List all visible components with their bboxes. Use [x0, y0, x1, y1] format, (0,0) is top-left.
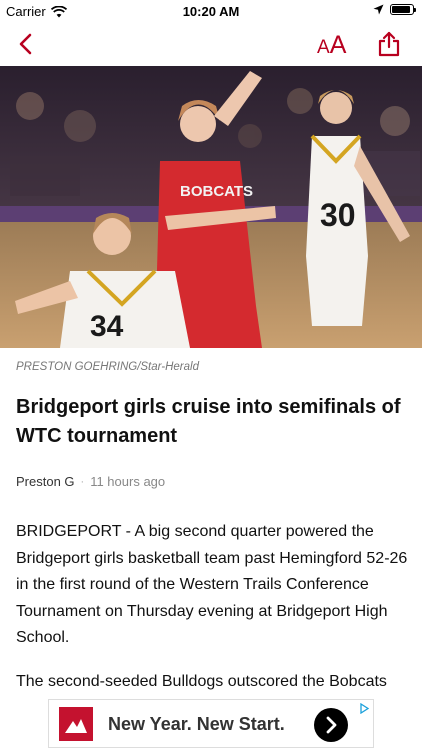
share-icon[interactable]: [376, 30, 402, 58]
advertiser-logo: [59, 707, 93, 741]
status-time: 10:20 AM: [182, 4, 240, 19]
svg-text:34: 34: [90, 310, 124, 343]
article-headline: Bridgeport girls cruise into semifinals …: [16, 396, 401, 447]
nav-bar: AA: [0, 22, 422, 66]
svg-text:BOBCATS: BOBCATS: [180, 183, 253, 200]
status-bar: Carrier 10:20 AM: [0, 0, 422, 22]
ad-choices-icon[interactable]: [359, 703, 370, 714]
article-paragraph: The second-seeded Bulldogs outscored the…: [16, 672, 387, 690]
basketball-photo-illustration: 30 BOBCATS 34: [0, 66, 422, 348]
status-right: [373, 4, 416, 15]
font-size-button[interactable]: AA: [317, 31, 346, 60]
ad-arrow-button[interactable]: [314, 708, 348, 742]
ad-headline: New Year. New Start.: [108, 714, 285, 734]
published-time: 11 hours ago: [90, 474, 166, 489]
ad-banner[interactable]: New Year. New Start.: [48, 699, 374, 748]
article-body: BRIDGEPORT - A big second quarter powere…: [16, 519, 414, 712]
author-name[interactable]: Preston G: [16, 474, 75, 489]
image-credit: PRESTON GOEHRING/Star-Herald: [16, 361, 199, 373]
advertiser-logo-mark: [65, 719, 87, 733]
byline: Preston G · 11 hours ago: [16, 474, 165, 489]
hero-photo[interactable]: 30 BOBCATS 34: [0, 66, 422, 348]
chevron-left-icon[interactable]: [12, 30, 40, 58]
location-arrow-icon: [373, 4, 384, 15]
battery-icon: [390, 4, 416, 15]
svg-text:30: 30: [320, 197, 356, 233]
battery-level: [392, 6, 410, 13]
chevron-right-icon: [326, 716, 337, 734]
font-size-large-label: A: [329, 31, 347, 59]
font-size-small-label: A: [317, 37, 330, 58]
article-paragraph: BRIDGEPORT - A big second quarter powere…: [16, 523, 408, 646]
byline-separator: ·: [80, 475, 85, 488]
